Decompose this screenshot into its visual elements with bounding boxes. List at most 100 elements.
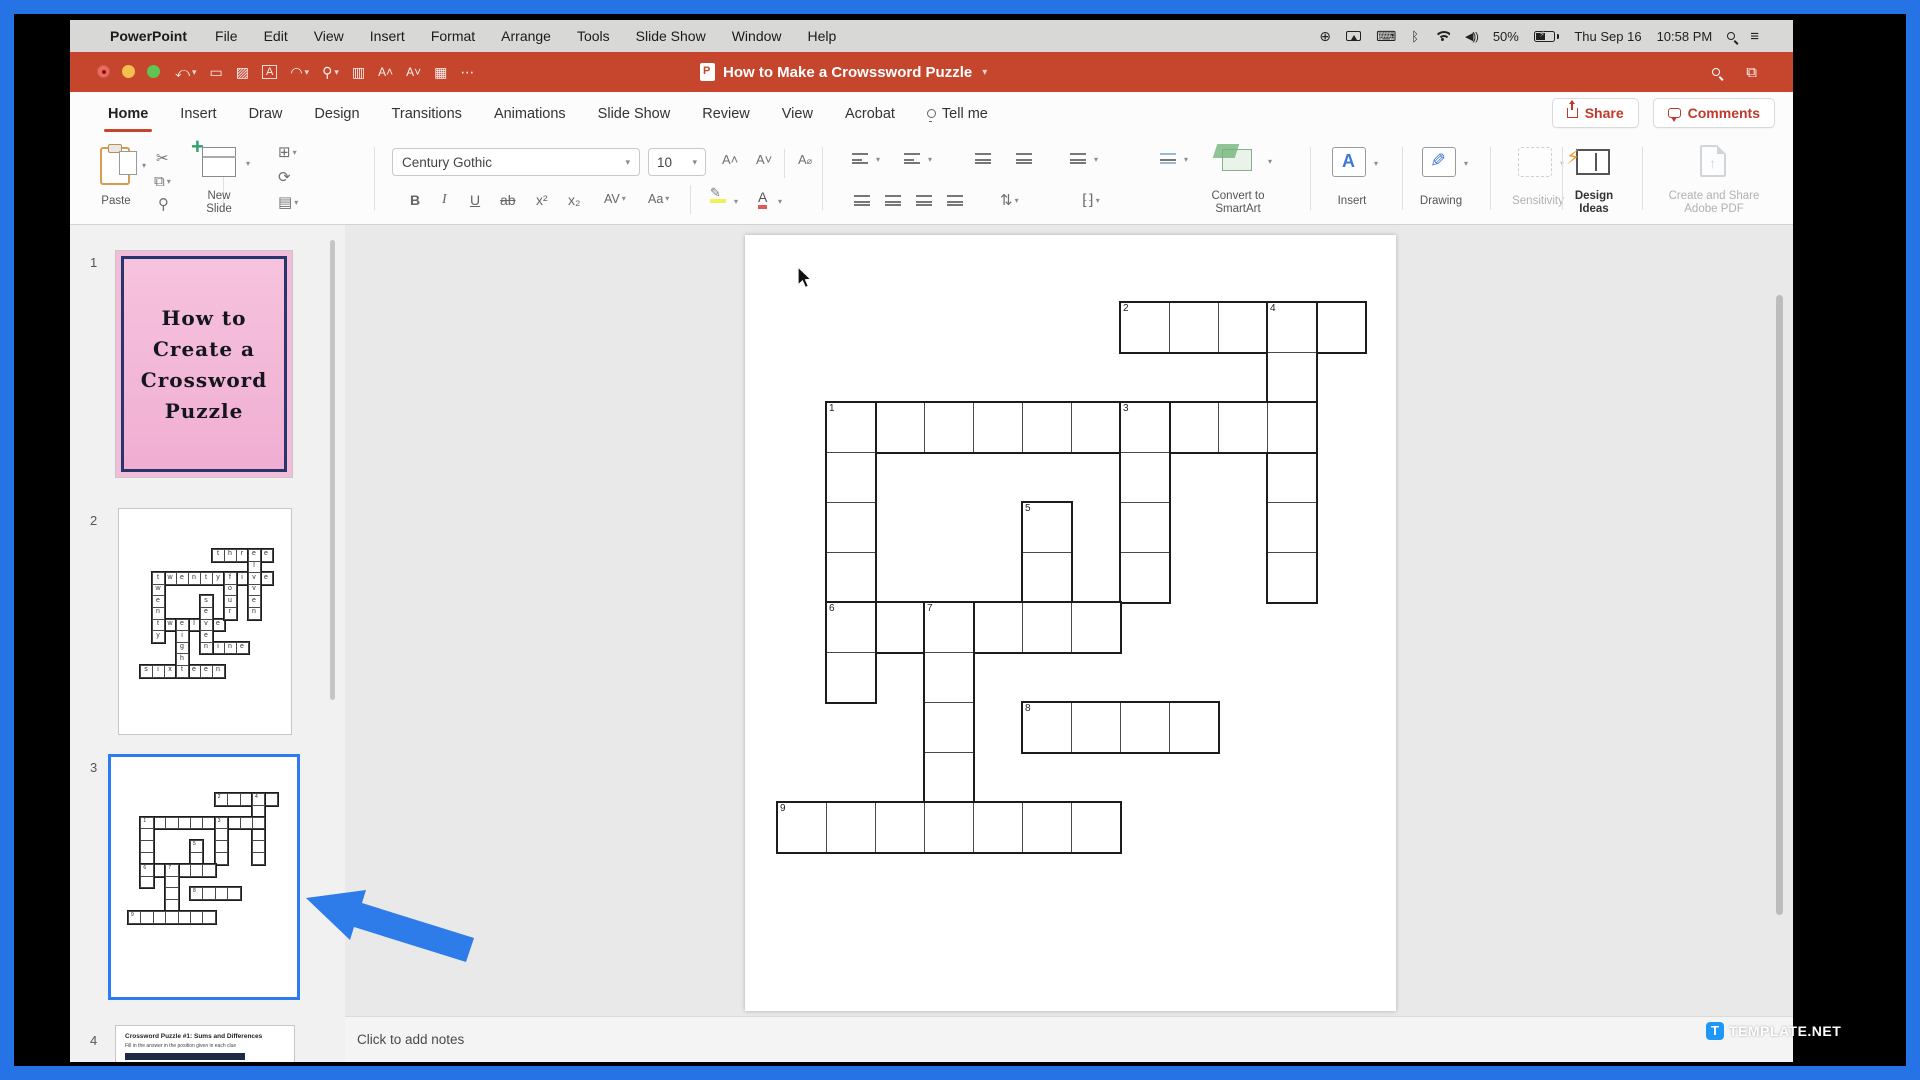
crossword-cell[interactable] [1071, 602, 1121, 653]
close-window-button[interactable] [97, 65, 110, 78]
crossword-cell[interactable] [973, 802, 1023, 853]
strikethrough-button[interactable]: ab [500, 192, 516, 208]
tab-slide-show[interactable]: Slide Show [582, 92, 687, 135]
battery-icon[interactable] [1533, 29, 1560, 42]
character-spacing-button[interactable]: AV ▾ [604, 192, 626, 206]
crossword-cell[interactable] [152, 863, 167, 877]
tab-animations[interactable]: Animations [478, 92, 582, 135]
insert-icon[interactable] [1332, 147, 1366, 177]
crossword-cell[interactable] [190, 816, 204, 830]
clear-formatting-icon[interactable]: A⌀ [798, 152, 812, 167]
crossword-cell[interactable] [190, 863, 204, 877]
crossword-cell[interactable] [826, 452, 876, 503]
line-spacing-icon[interactable] [1070, 153, 1086, 164]
insert-button[interactable]: Insert [1322, 195, 1382, 208]
crossword-cell[interactable] [252, 852, 266, 865]
change-case-button[interactable]: Aa ▾ [648, 192, 669, 206]
crossword-cell[interactable] [1169, 702, 1219, 753]
crossword-cell[interactable] [924, 702, 974, 753]
crossword-cell[interactable] [227, 816, 241, 830]
more-commands-icon[interactable]: ⋯ [460, 64, 474, 81]
slide-layout-icon[interactable]: ⊞ ▾ [278, 143, 297, 161]
sensitivity-icon[interactable] [1518, 147, 1552, 177]
crossword-cell[interactable] [1267, 452, 1317, 503]
new-slide-chevron-icon[interactable]: ▾ [246, 159, 250, 168]
crossword-cell[interactable] [1120, 702, 1170, 753]
crossword-cell[interactable] [152, 816, 167, 830]
convert-smartart-button[interactable]: Convert to SmartArt [1188, 190, 1288, 216]
crossword-cell[interactable] [924, 802, 974, 853]
crossword-cell[interactable] [202, 911, 216, 924]
shrink-font-icon[interactable]: A˅ [406, 65, 421, 79]
chart-icon[interactable]: ▥ [352, 64, 365, 81]
font-size-select[interactable]: 10 ▾ [648, 148, 706, 176]
menu-edit[interactable]: Edit [264, 28, 288, 44]
paste-icon[interactable] [100, 144, 137, 185]
align-left-icon[interactable] [854, 195, 870, 206]
menu-view[interactable]: View [314, 28, 344, 44]
slide-thumbnail-2[interactable]: threetwentyfivetwelveninesixteenlvenweny… [118, 508, 292, 735]
crossword-cell[interactable] [177, 863, 191, 877]
table-icon[interactable]: ▦ [434, 64, 447, 81]
menu-powerpoint[interactable]: PowerPoint [110, 28, 187, 44]
convert-smartart-icon[interactable] [1222, 149, 1252, 171]
slide-page[interactable]: 1 2 3 4 5 6 7 8 9 [745, 235, 1396, 1011]
new-slide-icon[interactable] [191, 134, 236, 177]
bold-button[interactable]: B [410, 192, 420, 208]
columns-chevron-icon[interactable]: ▾ [1184, 155, 1188, 164]
line-spacing-chevron-icon[interactable]: ▾ [1094, 155, 1098, 164]
wifi-icon[interactable] [1434, 30, 1451, 42]
crossword-cell[interactable] [875, 602, 925, 653]
subscript-button[interactable]: x₂ [568, 192, 580, 208]
notes-pane[interactable]: Click to add notes [345, 1016, 1793, 1062]
crossword-cell[interactable] [227, 887, 241, 901]
drawing-button[interactable]: Drawing [1410, 195, 1472, 208]
crossword-cell[interactable] [165, 911, 179, 924]
menu-insert[interactable]: Insert [370, 28, 405, 44]
panel-scrollbar[interactable] [330, 240, 335, 700]
crossword-cell[interactable] [826, 802, 876, 853]
superscript-button[interactable]: x² [536, 192, 548, 208]
crossword-cell[interactable] [924, 402, 974, 453]
document-title-area[interactable]: How to Make a Crowssword Puzzle ▾ [700, 52, 987, 92]
title-chevron-icon[interactable]: ▾ [982, 67, 987, 78]
crossword-cell[interactable] [1169, 402, 1219, 453]
crossword-cell[interactable] [1022, 602, 1072, 653]
align-right-icon[interactable] [916, 195, 932, 206]
slide-thumbnail-1[interactable]: How to Create a Crossword Puzzle [115, 250, 293, 478]
crossword-cell[interactable] [1120, 452, 1170, 503]
slide-thumbnail-4[interactable]: Crossword Puzzle #1: Sums and Difference… [115, 1025, 295, 1062]
font-name-select[interactable]: Century Gothic ▾ [392, 148, 640, 176]
crossword-cell[interactable] [128, 911, 142, 924]
crossword-cell[interactable] [875, 802, 925, 853]
crossword-cell[interactable] [239, 816, 253, 830]
crossword-cell[interactable] [1022, 552, 1072, 603]
crossword-cell[interactable] [1267, 352, 1317, 403]
bullets-icon[interactable] [852, 153, 868, 164]
smartart-chevron-icon[interactable]: ▾ [1268, 157, 1272, 166]
crossword-cell[interactable] [202, 863, 216, 877]
grow-font-icon[interactable]: A˄ [378, 65, 393, 79]
numbering-chevron-icon[interactable]: ▾ [928, 155, 932, 164]
justify-icon[interactable] [947, 195, 963, 206]
keyboard-icon[interactable]: ⌨ [1376, 28, 1396, 45]
grow-font-icon[interactable]: A˄ [722, 152, 738, 167]
search-icon[interactable] [1712, 68, 1721, 76]
menu-tools[interactable]: Tools [577, 28, 610, 44]
volume-icon[interactable]: ◀)) [1465, 30, 1479, 43]
crossword-cell[interactable] [152, 911, 167, 924]
columns-icon[interactable] [1160, 153, 1176, 164]
paste-button[interactable]: Paste [94, 195, 138, 208]
numbering-icon[interactable] [904, 153, 920, 164]
tab-transitions[interactable]: Transitions [376, 92, 478, 135]
zoom-window-button[interactable] [147, 65, 160, 78]
crossword-cell[interactable] [1071, 702, 1121, 753]
crossword-cell[interactable] [239, 793, 253, 806]
share-people-icon[interactable]: ⧉ [1746, 64, 1757, 81]
new-slide-button[interactable]: New Slide [188, 190, 250, 216]
crossword-cell[interactable] [826, 502, 876, 553]
highlight-chevron-icon[interactable]: ▾ [734, 197, 738, 206]
crossword-cell[interactable] [264, 793, 278, 806]
crossword-cell[interactable] [214, 793, 229, 806]
crossword-cell[interactable] [924, 652, 974, 703]
